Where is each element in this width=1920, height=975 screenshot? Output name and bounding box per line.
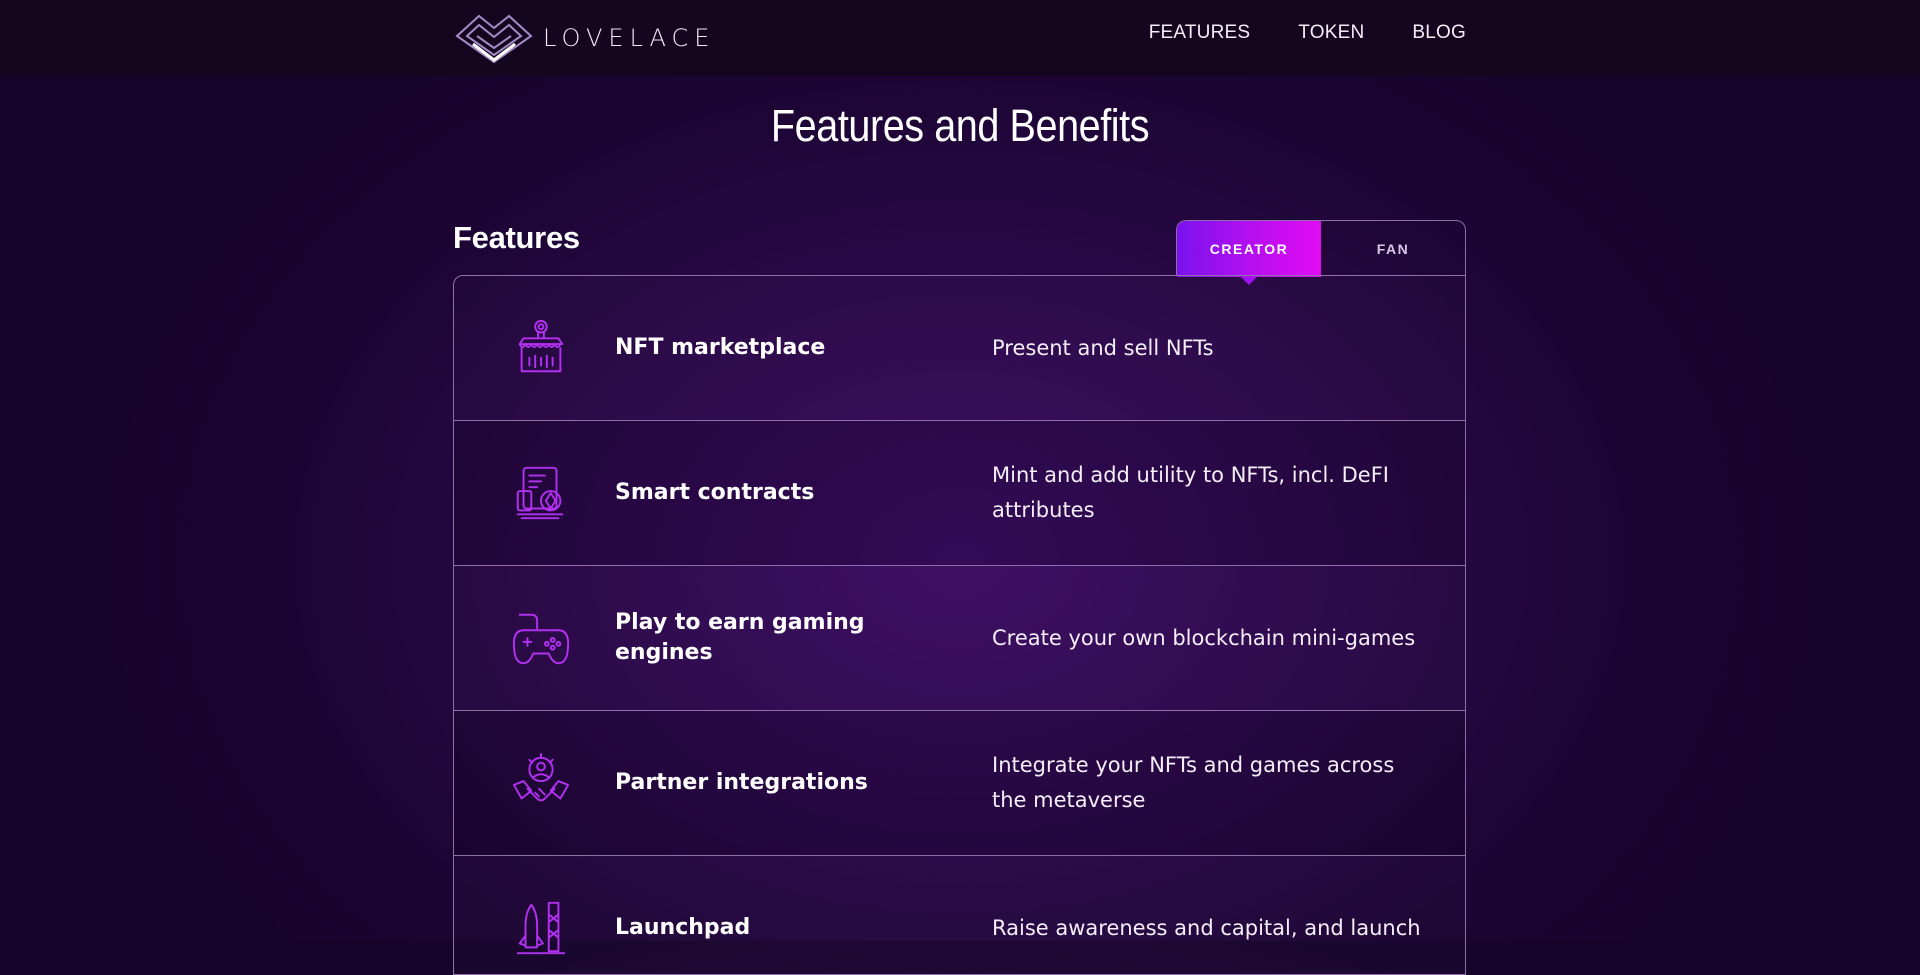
main-nav: FEATURES TOKEN BLOG [1149, 20, 1466, 46]
audience-tabs: CREATOR FAN [1176, 220, 1466, 285]
brand-name: LOVELACE [543, 24, 716, 52]
handshake-icon [509, 751, 573, 815]
feature-description: Raise awareness and capital, and launch [992, 915, 1421, 940]
storefront-icon [509, 316, 573, 380]
features-table: NFT marketplace Present and sell NFTs Sm… [453, 275, 1466, 975]
lovelace-heart-logo-icon [455, 14, 533, 64]
feature-row: NFT marketplace Present and sell NFTs [454, 276, 1465, 421]
nav-item-token[interactable]: TOKEN [1298, 20, 1364, 46]
feature-row: Partner integrations Integrate your NFTs… [454, 711, 1465, 856]
feature-name: Partner integrations [615, 770, 868, 795]
brand-logo[interactable]: LOVELACE [453, 10, 715, 66]
feature-name: NFT marketplace [615, 335, 826, 360]
feature-row: Smart contracts Mint and add utility to … [454, 421, 1465, 566]
tab-creator[interactable]: CREATOR [1177, 221, 1321, 285]
nav-item-features[interactable]: FEATURES [1149, 20, 1251, 46]
smart-contract-icon [509, 461, 573, 525]
page-title: Features and Benefits [770, 100, 1150, 151]
rocket-icon [509, 896, 573, 960]
feature-description: Present and sell NFTs [992, 335, 1214, 360]
feature-description: Mint and add utility to NFTs, incl. DeFI… [992, 463, 1390, 522]
feature-name: Smart contracts [615, 480, 815, 505]
nav-item-blog[interactable]: BLOG [1412, 20, 1466, 46]
tab-fan[interactable]: FAN [1321, 221, 1465, 277]
section-title: Features [453, 220, 580, 255]
feature-row: Play to earn gaming engines Create your … [454, 566, 1465, 711]
feature-description: Integrate your NFTs and games across the… [992, 753, 1395, 812]
feature-name: Play to earn gaming engines [615, 610, 865, 665]
gamepad-icon [509, 606, 573, 670]
feature-name: Launchpad [615, 915, 751, 940]
feature-row: Launchpad Raise awareness and capital, a… [454, 856, 1465, 974]
feature-description: Create your own blockchain mini-games [992, 625, 1416, 650]
top-navigation-bar: LOVELACE FEATURES TOKEN BLOG [0, 0, 1920, 76]
